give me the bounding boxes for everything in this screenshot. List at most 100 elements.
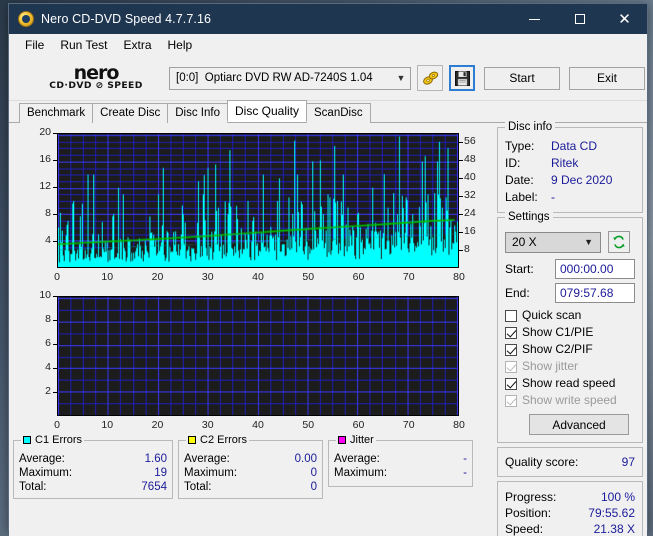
c2-plot-area[interactable] <box>57 296 459 416</box>
position-value: 79:55.62 <box>588 506 635 520</box>
maximize-button[interactable] <box>557 4 602 34</box>
jitter-average-row: Average: - <box>334 452 467 466</box>
tab-scandisc[interactable]: ScanDisc <box>306 103 371 123</box>
menu-item-file[interactable]: File <box>17 36 52 54</box>
chevron-down-icon: ▼ <box>584 237 593 247</box>
jitter-average-key: Average: <box>334 453 380 465</box>
quality-score-value: 97 <box>621 455 635 469</box>
disc-label-row: Label: - <box>505 189 635 206</box>
end-label: End: <box>505 286 530 300</box>
c1-plot-area[interactable] <box>57 133 459 268</box>
end-field-row: End: 079:57.68 <box>505 283 635 303</box>
c2-maximum-key: Maximum: <box>184 467 238 479</box>
progress-row: Progress: 100 % <box>505 489 635 505</box>
tab-strip: Benchmark Create Disc Disc Info Disc Qua… <box>9 100 647 123</box>
checkbox-icon <box>505 326 517 339</box>
y2-tick-mark <box>459 250 463 251</box>
checkbox-show-read-speed-label: Show read speed <box>522 376 616 390</box>
tab-create-disc[interactable]: Create Disc <box>92 103 169 123</box>
c2-average-key: Average: <box>184 453 230 465</box>
y-tick-label: 4 <box>45 234 51 246</box>
disc-label-key: Label: <box>505 190 538 204</box>
nero-app-icon <box>18 11 34 27</box>
c2-total-key: Total: <box>184 481 212 493</box>
speed-value: 21.38 X <box>593 522 635 536</box>
speed-select[interactable]: 20 X ▼ <box>505 231 601 253</box>
c1-average-key: Average: <box>19 453 65 465</box>
x-tick-label: 60 <box>352 419 365 431</box>
y2-tick-mark <box>459 196 463 197</box>
refresh-button[interactable] <box>608 231 630 253</box>
c2-average-row: Average: 0.00 <box>184 452 317 466</box>
minimize-button[interactable] <box>512 4 557 34</box>
c2-errors-label: C2 Errors <box>200 434 248 446</box>
position-row: Position: 79:55.62 <box>505 505 635 521</box>
disc-type-value: Data CD <box>551 139 598 153</box>
exit-button[interactable]: Exit <box>569 66 645 90</box>
tab-disc-quality[interactable]: Disc Quality <box>227 100 308 122</box>
c1-errors-title: C1 Errors <box>21 434 85 446</box>
y-tick-mark <box>53 344 57 345</box>
maximize-icon <box>574 14 585 24</box>
jitter-title: Jitter <box>336 434 376 446</box>
checkbox-icon <box>505 394 517 407</box>
jitter-maximum-value: - <box>463 467 467 479</box>
checkbox-icon <box>505 360 517 373</box>
start-button[interactable]: Start <box>484 66 560 90</box>
content-area: 4 8 12 16 20 8 16 24 32 40 48 56 0 10 20 30 40 50 60 70 80… <box>9 121 647 536</box>
speed-row: Speed: 21.38 X <box>505 521 635 536</box>
menu-item-run-test[interactable]: Run Test <box>52 36 115 54</box>
disc-date-row: Date: 9 Dec 2020 <box>505 172 635 189</box>
start-input[interactable]: 000:00.00 <box>555 259 635 279</box>
c2-maximum-row: Maximum: 0 <box>184 466 317 480</box>
end-input[interactable]: 079:57.68 <box>555 283 635 303</box>
disc-info-panel: Disc info Type: Data CD ID: Ritek Date: 9 D… <box>497 121 643 213</box>
checkbox-quick-scan[interactable]: Quick scan <box>505 307 635 324</box>
y-tick-mark <box>53 320 57 321</box>
speed-select-row: 20 X ▼ <box>505 231 635 253</box>
y-tick-label: 4 <box>45 361 51 373</box>
logo-subtitle: CD·DVD ⊘ SPEED <box>49 80 143 91</box>
menu-bar: File Run Test Extra Help <box>9 34 647 56</box>
quality-score-label: Quality score: <box>505 455 579 469</box>
close-button[interactable]: ✕ <box>602 4 647 34</box>
disc-id-key: ID: <box>505 156 521 170</box>
nero-logo: nero CD·DVD ⊘ SPEED <box>17 63 163 92</box>
x-tick-label: 40 <box>252 271 264 283</box>
speed-key: Speed: <box>505 522 544 536</box>
minimize-icon <box>529 18 540 20</box>
refresh-icon <box>613 235 625 249</box>
tab-benchmark[interactable]: Benchmark <box>19 103 94 123</box>
menu-item-extra[interactable]: Extra <box>115 36 159 54</box>
disc-type-row: Type: Data CD <box>505 138 635 155</box>
c1-average-value: 1.60 <box>144 453 167 465</box>
jitter-maximum-key: Maximum: <box>334 467 388 479</box>
save-results-button[interactable] <box>449 65 475 91</box>
checkbox-show-read-speed[interactable]: Show read speed <box>505 375 635 392</box>
y2-tick-label: 8 <box>464 243 470 255</box>
checkbox-show-c1-pie[interactable]: Show C1/PIE <box>505 324 635 341</box>
tab-disc-info[interactable]: Disc Info <box>167 103 228 123</box>
checkbox-show-c2-pif[interactable]: Show C2/PIF <box>505 341 635 358</box>
disc-tools-button[interactable] <box>417 65 443 91</box>
jitter-color-swatch <box>338 436 346 444</box>
drive-select-label: [0:0] Optiarc DVD RW AD-7240S 1.04 <box>176 72 392 84</box>
disc-type-key: Type: <box>505 139 535 153</box>
drive-select[interactable]: [0:0] Optiarc DVD RW AD-7240S 1.04 ▼ <box>169 66 411 90</box>
quality-score-panel: Quality score: 97 <box>497 447 643 477</box>
y-tick-label: 20 <box>39 126 51 138</box>
title-bar: Nero CD-DVD Speed 4.7.7.16 ✕ <box>9 4 647 34</box>
checkbox-show-write-speed-label: Show write speed <box>522 393 617 407</box>
c1-errors-label: C1 Errors <box>35 434 83 446</box>
checkbox-icon <box>505 343 517 356</box>
y-tick-mark <box>53 160 57 161</box>
y-tick-mark <box>53 214 57 215</box>
disc-label-value: - <box>551 190 555 204</box>
y2-tick-label: 48 <box>464 153 476 165</box>
menu-item-help[interactable]: Help <box>160 36 201 54</box>
c2-total-row: Total: 0 <box>184 480 317 494</box>
error-stats-row: C1 Errors Average: 1.60 Maximum: 19 Total:… <box>13 434 493 499</box>
advanced-button[interactable]: Advanced <box>529 414 629 435</box>
x-tick-label: 60 <box>352 271 365 283</box>
c1-total-value: 7654 <box>141 481 167 493</box>
